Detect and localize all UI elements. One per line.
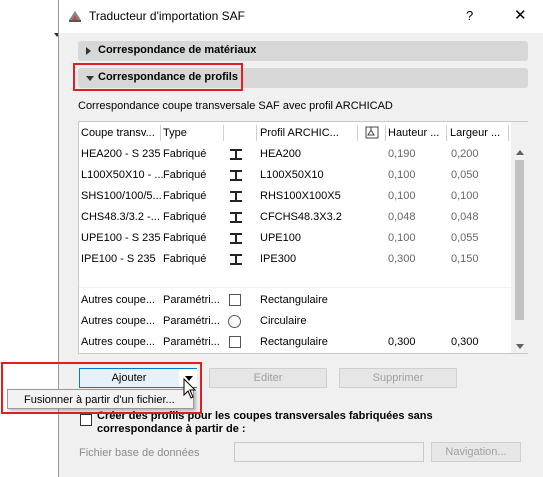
circle-icon xyxy=(228,315,241,328)
help-button[interactable]: ? xyxy=(466,8,473,23)
profiles-subtitle: Correspondance coupe transversale SAF av… xyxy=(78,100,393,112)
column-separator[interactable] xyxy=(223,125,224,141)
cell-type: Fabriqué xyxy=(163,211,207,223)
delete-button[interactable]: Supprimer xyxy=(339,368,457,388)
cell-coupe: Autres coupe... xyxy=(81,336,155,348)
cell-largeur: 0,150 xyxy=(451,253,479,265)
table-row[interactable]: Autres coupe... Paramétri... Circulaire xyxy=(79,311,511,332)
cell-coupe: SHS100/100/5... xyxy=(81,190,162,202)
profiles-table[interactable]: Coupe transv... Type Profil ARCHIC... Ha… xyxy=(78,121,528,354)
cell-largeur: 0,048 xyxy=(451,211,479,223)
cell-type: Paramétri... xyxy=(163,294,220,306)
highlight-box-profiles xyxy=(73,63,243,91)
cell-type: Paramétri... xyxy=(163,336,220,348)
title-bar[interactable]: Traducteur d'importation SAF ? ✕ xyxy=(59,0,543,33)
mouse-cursor-icon xyxy=(183,378,197,399)
cell-hauteur: 0,300 xyxy=(388,336,416,348)
i-beam-icon xyxy=(230,233,242,244)
square-icon xyxy=(229,294,241,306)
column-header-largeur[interactable]: Largeur ... xyxy=(450,127,500,139)
cell-profil: HEA200 xyxy=(260,148,301,160)
cell-hauteur: 0,300 xyxy=(388,253,416,265)
scroll-down-icon[interactable] xyxy=(516,344,524,349)
create-profiles-checkbox[interactable] xyxy=(80,414,92,426)
cell-hauteur: 0,100 xyxy=(388,190,416,202)
table-row[interactable]: UPE100 - S 235 Fabriqué UPE100 0,100 0,055 xyxy=(79,228,511,249)
column-separator[interactable] xyxy=(508,125,509,141)
i-beam-icon xyxy=(230,212,242,223)
column-header-profil[interactable]: Profil ARCHIC... xyxy=(260,127,339,139)
cell-coupe: L100X50X10 - ... xyxy=(81,169,164,181)
i-beam-icon xyxy=(230,149,242,160)
cell-hauteur: 0,190 xyxy=(388,148,416,160)
section-materials[interactable]: Correspondance de matériaux xyxy=(78,41,528,61)
database-file-label: Fichier base de données xyxy=(79,447,200,459)
table-row[interactable]: IPE100 - S 235 Fabriqué IPE300 0,300 0,150 xyxy=(79,249,511,270)
cell-coupe: UPE100 - S 235 xyxy=(81,232,161,244)
column-separator[interactable] xyxy=(357,125,358,141)
scroll-thumb[interactable] xyxy=(515,160,524,320)
cell-profil: CFCHS48.3X3.2 xyxy=(260,211,342,223)
cell-coupe: IPE100 - S 235 xyxy=(81,253,156,265)
merge-from-file-item[interactable]: Fusionner à partir d'un fichier... xyxy=(24,394,175,406)
i-beam-icon xyxy=(230,254,242,265)
cell-type: Paramétri... xyxy=(163,315,220,327)
column-separator[interactable] xyxy=(160,125,161,141)
cell-hauteur: 0,100 xyxy=(388,169,416,181)
table-row[interactable]: Autres coupe... Paramétri... Rectangulaire… xyxy=(79,332,511,353)
app-icon xyxy=(69,11,81,22)
table-scrollbar[interactable] xyxy=(511,122,528,353)
profile-editor-icon[interactable] xyxy=(365,126,379,139)
cell-type: Fabriqué xyxy=(163,190,207,202)
database-file-input[interactable] xyxy=(234,442,424,462)
column-header-hauteur[interactable]: Hauteur ... xyxy=(388,127,439,139)
cell-largeur: 0,055 xyxy=(451,232,479,244)
square-icon xyxy=(229,336,241,348)
table-row[interactable]: SHS100/100/5... Fabriqué RHS100X100X5 0,100… xyxy=(79,186,511,207)
add-dropdown-menu: Fusionner à partir d'un fichier... xyxy=(7,389,194,409)
table-row[interactable]: Autres coupe... Paramétri... Rectangulaire xyxy=(79,290,511,311)
i-beam-icon xyxy=(230,191,242,202)
cell-profil: Rectangulaire xyxy=(260,336,328,348)
column-separator[interactable] xyxy=(256,125,257,141)
cell-hauteur: 0,100 xyxy=(388,232,416,244)
section-materials-label: Correspondance de matériaux xyxy=(98,44,257,56)
table-row[interactable]: HEA200 - S 235 Fabriqué HEA200 0,190 0,200 xyxy=(79,144,511,165)
scroll-up-icon[interactable] xyxy=(516,150,524,155)
window-title: Traducteur d'importation SAF xyxy=(89,9,245,23)
close-button[interactable]: ✕ xyxy=(514,6,527,24)
cell-profil: Circulaire xyxy=(260,315,307,327)
column-header-coupe[interactable]: Coupe transv... xyxy=(81,127,155,139)
cell-coupe: HEA200 - S 235 xyxy=(81,148,161,160)
edit-button[interactable]: Editer xyxy=(209,368,327,388)
cell-type: Fabriqué xyxy=(163,148,207,160)
column-separator[interactable] xyxy=(385,125,386,141)
expand-arrow-icon xyxy=(86,47,91,55)
cell-largeur: 0,050 xyxy=(451,169,479,181)
cell-coupe: Autres coupe... xyxy=(81,294,155,306)
cell-largeur: 0,100 xyxy=(451,190,479,202)
i-beam-icon xyxy=(230,170,242,181)
browse-button[interactable]: Navigation... xyxy=(431,442,521,462)
cell-largeur: 0,300 xyxy=(451,336,479,348)
cell-type: Fabriqué xyxy=(163,253,207,265)
table-divider xyxy=(79,287,511,288)
cell-largeur: 0,200 xyxy=(451,148,479,160)
cell-coupe: Autres coupe... xyxy=(81,315,155,327)
table-row[interactable]: CHS48.3/3.2 -... Fabriqué CFCHS48.3X3.2 0,0… xyxy=(79,207,511,228)
cell-profil: L100X50X10 xyxy=(260,169,324,181)
cell-profil: Rectangulaire xyxy=(260,294,328,306)
column-separator[interactable] xyxy=(446,125,447,141)
cell-type: Fabriqué xyxy=(163,232,207,244)
cell-profil: IPE300 xyxy=(260,253,297,265)
table-row[interactable]: L100X50X10 - ... Fabriqué L100X50X10 0,100 0… xyxy=(79,165,511,186)
column-header-type[interactable]: Type xyxy=(163,127,187,139)
cell-hauteur: 0,048 xyxy=(388,211,416,223)
cell-profil: RHS100X100X5 xyxy=(260,190,341,202)
cell-type: Fabriqué xyxy=(163,169,207,181)
cell-coupe: CHS48.3/3.2 -... xyxy=(81,211,160,223)
cell-profil: UPE100 xyxy=(260,232,301,244)
